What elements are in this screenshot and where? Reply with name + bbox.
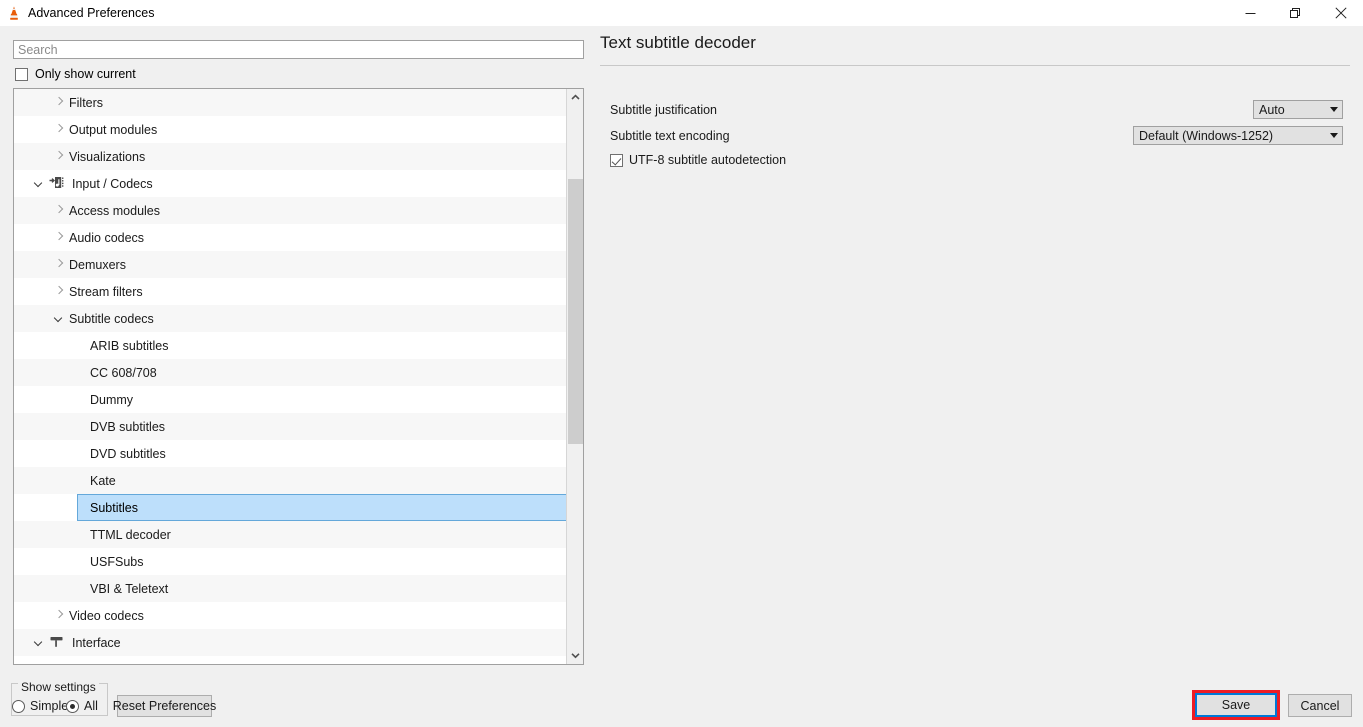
tree-item-label: Audio codecs — [69, 230, 145, 245]
tree-item-video-codecs[interactable]: Video codecs — [14, 602, 567, 629]
tree-item-label: DVB subtitles — [90, 419, 166, 434]
tree-item-ttml-decoder[interactable]: TTML decoder — [14, 521, 567, 548]
search-input[interactable] — [13, 40, 584, 59]
tree-item-visualizations[interactable]: Visualizations — [14, 143, 567, 170]
tree-rows: Filters Output modules Visualizations Input… — [14, 89, 567, 664]
save-button[interactable]: Save — [1195, 693, 1277, 717]
utf8-autodetection-checkbox[interactable] — [610, 153, 623, 167]
tree-item-label: Access modules — [69, 203, 161, 218]
chevron-down-icon[interactable] — [1325, 127, 1342, 144]
tree-item-kate[interactable]: Kate — [14, 467, 567, 494]
tree-item-label: Filters — [69, 95, 104, 110]
radio-all[interactable]: All — [66, 699, 98, 713]
tree-item-subtitles[interactable]: Subtitles — [14, 494, 567, 521]
tree-item-dvd-subtitles[interactable]: DVD subtitles — [14, 440, 567, 467]
tree-item-label: TTML decoder — [90, 527, 171, 542]
restore-icon[interactable] — [1273, 0, 1318, 26]
tree-item-subtitle-codecs[interactable]: Subtitle codecs — [14, 305, 567, 332]
tree-item-cc-608-708[interactable]: CC 608/708 — [14, 359, 567, 386]
tree-item-arib-subtitles[interactable]: ARIB subtitles — [14, 332, 567, 359]
preferences-tree[interactable]: Filters Output modules Visualizations Input… — [13, 88, 584, 665]
chevron-down-icon[interactable] — [54, 313, 65, 324]
chevron-right-icon[interactable] — [54, 151, 65, 162]
tree-scrollbar[interactable] — [566, 89, 583, 664]
only-show-current-checkbox[interactable] — [15, 67, 28, 81]
radio-simple-indicator[interactable] — [12, 699, 25, 713]
utf8-autodetection-label: UTF-8 subtitle autodetection — [629, 153, 787, 167]
tree-item-label: Interface — [72, 635, 121, 650]
chevron-right-icon[interactable] — [54, 205, 65, 216]
only-show-current-label: Only show current — [35, 67, 136, 81]
radio-all-label: All — [84, 699, 98, 713]
tree-item-vbi-teletext[interactable]: VBI & Teletext — [14, 575, 567, 602]
tree-item-usfsubs[interactable]: USFSubs — [14, 548, 567, 575]
cancel-button[interactable]: Cancel — [1288, 694, 1352, 717]
chevron-right-icon[interactable] — [54, 232, 65, 243]
subtitle-justification-value: Auto — [1259, 102, 1285, 117]
radio-all-indicator[interactable] — [66, 699, 79, 713]
tree-item-label: Subtitles — [90, 500, 138, 515]
tree-item-label: DVD subtitles — [90, 446, 166, 461]
tree-item-dummy[interactable]: Dummy — [14, 386, 567, 413]
scroll-down-button[interactable] — [567, 647, 583, 664]
radio-simple-label: Simple — [30, 699, 69, 713]
tree-item-label: Demuxers — [69, 257, 126, 272]
tree-item-label: Visualizations — [69, 149, 146, 164]
tree-item-label: Video codecs — [69, 608, 144, 623]
chevron-right-icon[interactable] — [54, 610, 65, 621]
chevron-right-icon[interactable] — [54, 286, 65, 297]
subtitle-justification-select[interactable]: Auto — [1253, 100, 1343, 119]
interface-icon — [49, 634, 66, 651]
chevron-down-icon[interactable] — [34, 178, 45, 189]
chevron-right-icon[interactable] — [54, 97, 65, 108]
tree-item-label: CC 608/708 — [90, 365, 157, 380]
reset-preferences-button[interactable]: Reset Preferences — [113, 695, 216, 717]
tree-item-dvb-subtitles[interactable]: DVB subtitles — [14, 413, 567, 440]
tree-item-stream-filters[interactable]: Stream filters — [14, 278, 567, 305]
tree-item-label: Stream filters — [69, 284, 143, 299]
tree-item-label: ARIB subtitles — [90, 338, 169, 353]
tree-item-output-modules[interactable]: Output modules — [14, 116, 567, 143]
show-settings-label: Show settings — [18, 680, 99, 694]
tree-item-input-codecs[interactable]: Input / Codecs — [14, 170, 567, 197]
tree-item-demuxers[interactable]: Demuxers — [14, 251, 567, 278]
advanced-preferences-window: Advanced Preferences Only show cu — [0, 0, 1363, 727]
chevron-down-icon[interactable] — [1325, 101, 1342, 118]
scroll-up-button[interactable] — [567, 89, 583, 106]
window-controls — [1228, 0, 1363, 26]
page-title: Text subtitle decoder — [600, 33, 756, 52]
chevron-right-icon[interactable] — [54, 259, 65, 270]
subtitle-text-encoding-value: Default (Windows-1252) — [1139, 128, 1274, 143]
panel-divider — [600, 65, 1350, 66]
chevron-right-icon[interactable] — [54, 124, 65, 135]
radio-simple[interactable]: Simple — [12, 699, 68, 713]
tree-item-access-modules[interactable]: Access modules — [14, 197, 567, 224]
selection-highlight — [77, 494, 567, 521]
utf8-autodetection-row[interactable]: UTF-8 subtitle autodetection — [610, 153, 786, 167]
minimize-icon[interactable] — [1228, 0, 1273, 26]
tree-item-audio-codecs[interactable]: Audio codecs — [14, 224, 567, 251]
tree-item-filters[interactable]: Filters — [14, 89, 567, 116]
close-icon[interactable] — [1318, 0, 1363, 26]
tree-item-label: USFSubs — [90, 554, 144, 569]
tree-item-interface[interactable]: Interface — [14, 629, 567, 656]
input-codecs-icon — [49, 175, 66, 192]
tree-item-label: Kate — [90, 473, 116, 488]
subtitle-justification-label: Subtitle justification — [610, 103, 718, 117]
window-title: Advanced Preferences — [28, 6, 155, 20]
chevron-down-icon[interactable] — [34, 637, 45, 648]
tree-item-label: Input / Codecs — [72, 176, 153, 191]
tree-item-label: Subtitle codecs — [69, 311, 154, 326]
subtitle-text-encoding-select[interactable]: Default (Windows-1252) — [1133, 126, 1343, 145]
subtitle-text-encoding-label: Subtitle text encoding — [610, 129, 730, 143]
scrollbar-thumb[interactable] — [568, 179, 583, 444]
tree-item-label: VBI & Teletext — [90, 581, 169, 596]
title-bar: Advanced Preferences — [0, 0, 1363, 26]
tree-item-label: Output modules — [69, 122, 158, 137]
vlc-cone-icon — [6, 5, 22, 21]
only-show-current-row[interactable]: Only show current — [15, 67, 136, 81]
tree-item-label: Dummy — [90, 392, 134, 407]
